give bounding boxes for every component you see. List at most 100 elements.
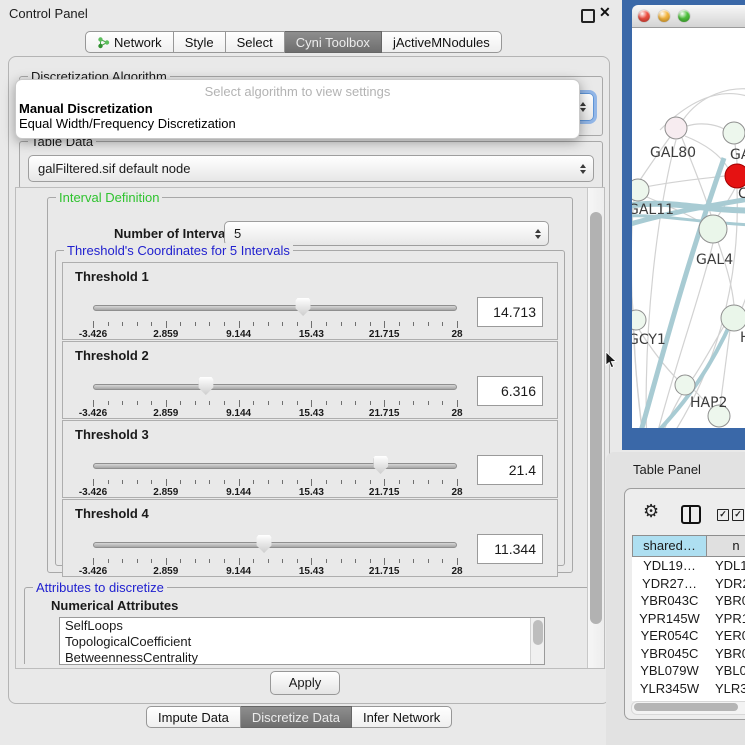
tick-mark — [384, 479, 385, 486]
tick-mark — [413, 559, 414, 563]
threshold-value-field[interactable]: 21.4 — [477, 455, 543, 485]
table-data-select[interactable]: galFiltered.sif default node — [28, 155, 594, 182]
threshold-slider[interactable]: -3.4262.8599.14415.4321.71528 — [93, 532, 457, 574]
network-node-red[interactable] — [725, 164, 745, 188]
threshold-slider[interactable]: -3.4262.8599.14415.4321.71528 — [93, 453, 457, 495]
tab-discretize-data[interactable]: Discretize Data — [241, 706, 352, 728]
table-row[interactable]: YBL079WYBL0 — [632, 662, 745, 680]
threshold-value-field[interactable]: 14.713 — [477, 297, 543, 327]
close-icon[interactable]: ✕ — [599, 4, 611, 21]
tick-mark — [151, 401, 152, 405]
table-data-group: Table Data galFiltered.sif default node — [19, 141, 603, 189]
list-item[interactable]: TopologicalCoefficient — [60, 634, 544, 650]
cell-name: YDR2 — [707, 575, 745, 593]
tick-mark — [180, 480, 181, 484]
table-row[interactable]: YBR045CYBR0 — [632, 645, 745, 663]
cell-shared-name: YBL079W — [632, 662, 707, 680]
tick-mark — [457, 321, 458, 328]
list-item[interactable]: SelfLoops — [60, 618, 544, 634]
tick-mark — [428, 480, 429, 484]
close-traffic-light-icon[interactable] — [638, 10, 650, 22]
tick-mark — [253, 559, 254, 563]
popup-option-manual-discretization[interactable]: Manual Discretization — [19, 101, 153, 116]
tick-mark — [224, 401, 225, 405]
scrollbar-thumb[interactable] — [590, 212, 602, 624]
network-canvas[interactable]: GAL80GACGAL11GAL4GCY1HHAP2 — [632, 28, 745, 428]
table-row[interactable]: YDL19…YDL1 — [632, 557, 745, 575]
tab-infer-network[interactable]: Infer Network — [352, 706, 452, 728]
gear-icon[interactable]: ⚙ — [643, 501, 659, 522]
tick-mark — [137, 559, 138, 563]
tab-select[interactable]: Select — [226, 31, 285, 53]
scrollbar-thumb[interactable] — [533, 620, 543, 645]
table-row[interactable]: YDR27…YDR2 — [632, 575, 745, 593]
network-node-gal4[interactable] — [699, 215, 727, 243]
tab-jactivemnodules[interactable]: jActiveMNodules — [382, 31, 502, 53]
column-header-shared[interactable]: shared… — [632, 535, 707, 557]
tick-label: 21.715 — [369, 566, 400, 577]
tick-label: 2.859 — [153, 329, 178, 340]
slider-thumb[interactable] — [198, 377, 213, 395]
tick-mark — [457, 479, 458, 486]
slider-thumb[interactable] — [296, 298, 311, 316]
tick-label: 15.43 — [299, 329, 324, 340]
minimize-traffic-light-icon[interactable] — [658, 10, 670, 22]
tick-mark — [355, 401, 356, 405]
node-label: GAL4 — [696, 252, 733, 268]
tick-mark — [268, 401, 269, 405]
column-layout-icon[interactable] — [681, 505, 701, 524]
network-window-titlebar[interactable] — [632, 5, 745, 28]
threshold-slider[interactable]: -3.4262.8599.14415.4321.71528 — [93, 295, 457, 337]
checkbox-icon-2[interactable]: ✓ — [732, 509, 744, 521]
checkbox-icon-1[interactable]: ✓ — [717, 509, 729, 521]
slider-thumb[interactable] — [373, 456, 388, 474]
tick-mark — [399, 559, 400, 563]
tab-label: Impute Data — [158, 710, 229, 725]
tick-mark — [384, 558, 385, 565]
table-row[interactable]: YPR145WYPR1 — [632, 610, 745, 628]
section-vertical-scrollbar[interactable] — [587, 188, 604, 668]
threshold-value-field[interactable]: 6.316 — [477, 376, 543, 406]
tick-mark — [370, 322, 371, 326]
tab-cyni-toolbox[interactable]: Cyni Toolbox — [285, 31, 382, 53]
table-row[interactable]: YER054CYER0 — [632, 627, 745, 645]
attribute-items: SelfLoopsTopologicalCoefficientBetweenne… — [60, 618, 544, 665]
list-item[interactable]: BetweennessCentrality — [60, 650, 544, 665]
popup-option-equal-width-frequency[interactable]: Equal Width/Frequency Discretization — [19, 116, 236, 131]
network-node-gal11[interactable] — [632, 179, 649, 201]
tick-mark — [137, 480, 138, 484]
tick-mark — [253, 480, 254, 484]
table-row[interactable]: YLR345WYLR3 — [632, 680, 745, 698]
slider-track — [93, 542, 457, 548]
network-node-gcy1[interactable] — [632, 310, 646, 330]
network-node-right[interactable] — [721, 305, 745, 331]
tick-mark — [180, 322, 181, 326]
table-horizontal-scrollbar[interactable] — [631, 701, 745, 715]
tab-label: Network — [114, 35, 162, 50]
table-row[interactable]: YBR043CYBR0 — [632, 592, 745, 610]
tab-label: jActiveMNodules — [393, 35, 490, 50]
numerical-attributes-list[interactable]: SelfLoopsTopologicalCoefficientBetweenne… — [59, 617, 545, 665]
tab-network[interactable]: Network — [85, 31, 174, 53]
network-node-top-right[interactable] — [723, 122, 745, 144]
apply-button[interactable]: Apply — [270, 671, 340, 695]
tick-mark — [253, 322, 254, 326]
scrollbar-thumb[interactable] — [634, 703, 738, 711]
tab-style[interactable]: Style — [174, 31, 226, 53]
tab-impute-data[interactable]: Impute Data — [146, 706, 241, 728]
network-node-hap2[interactable] — [675, 375, 695, 395]
threshold-value-field[interactable]: 11.344 — [477, 534, 543, 564]
slider-thumb[interactable] — [257, 535, 272, 553]
zoom-traffic-light-icon[interactable] — [678, 10, 690, 22]
list-vertical-scrollbar[interactable] — [530, 618, 544, 664]
network-node-gal80[interactable] — [665, 117, 687, 139]
tick-mark — [195, 480, 196, 484]
column-header-name[interactable]: n — [707, 535, 745, 557]
cell-name: YLR3 — [707, 680, 745, 698]
threshold-slider[interactable]: -3.4262.8599.14415.4321.71528 — [93, 374, 457, 416]
tick-mark — [428, 401, 429, 405]
slider-track — [93, 305, 457, 311]
threshold-label: Threshold 2 — [75, 348, 149, 363]
tick-label: 9.144 — [226, 487, 251, 498]
float-window-icon[interactable] — [581, 9, 595, 23]
